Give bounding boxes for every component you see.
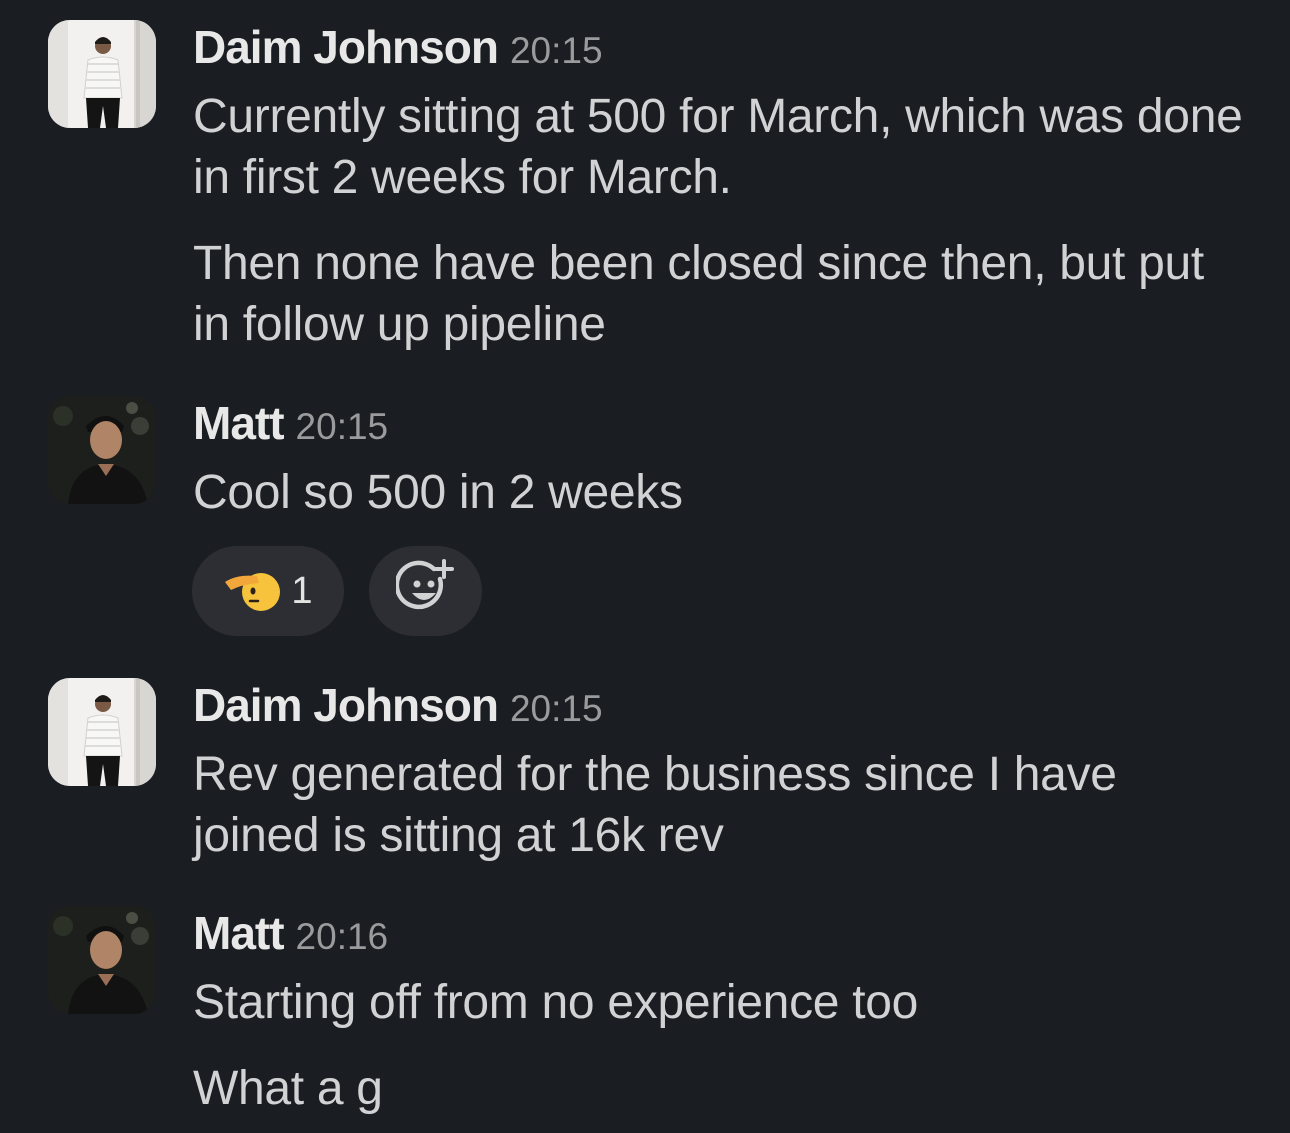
message-text: Currently sitting at 500 for March, whic… bbox=[193, 90, 1243, 204]
reaction-count: 1 bbox=[291, 569, 313, 612]
message-header: Daim Johnson 20:15 bbox=[193, 20, 603, 74]
avatar[interactable] bbox=[48, 906, 156, 1014]
message-header: Daim Johnson 20:15 bbox=[193, 678, 603, 732]
message-text: Cool so 500 in 2 weeks bbox=[193, 466, 683, 519]
timestamp[interactable]: 20:15 bbox=[510, 688, 603, 729]
avatar[interactable] bbox=[48, 396, 156, 504]
add-reaction-button[interactable] bbox=[369, 546, 482, 636]
message-text: What a g bbox=[193, 1062, 383, 1115]
timestamp[interactable]: 20:15 bbox=[510, 30, 603, 71]
sender-name[interactable]: Matt bbox=[193, 907, 285, 959]
reaction-pill[interactable]: 1 bbox=[192, 546, 344, 636]
message-text: Starting off from no experience too bbox=[193, 976, 919, 1029]
add-reaction-icon bbox=[394, 558, 456, 624]
sender-name[interactable]: Daim Johnson bbox=[193, 21, 499, 73]
timestamp[interactable]: 20:16 bbox=[296, 916, 389, 957]
message-header: Matt 20:16 bbox=[193, 906, 388, 960]
timestamp[interactable]: 20:15 bbox=[296, 406, 389, 447]
sender-name[interactable]: Matt bbox=[193, 397, 285, 449]
avatar[interactable] bbox=[48, 678, 156, 786]
message-text: Then none have been closed since then, b… bbox=[193, 237, 1204, 351]
avatar[interactable] bbox=[48, 20, 156, 128]
message-header: Matt 20:15 bbox=[193, 396, 388, 450]
saluting-face-icon bbox=[223, 564, 283, 619]
sender-name[interactable]: Daim Johnson bbox=[193, 679, 499, 731]
message-text: Rev generated for the business since I h… bbox=[193, 748, 1117, 862]
